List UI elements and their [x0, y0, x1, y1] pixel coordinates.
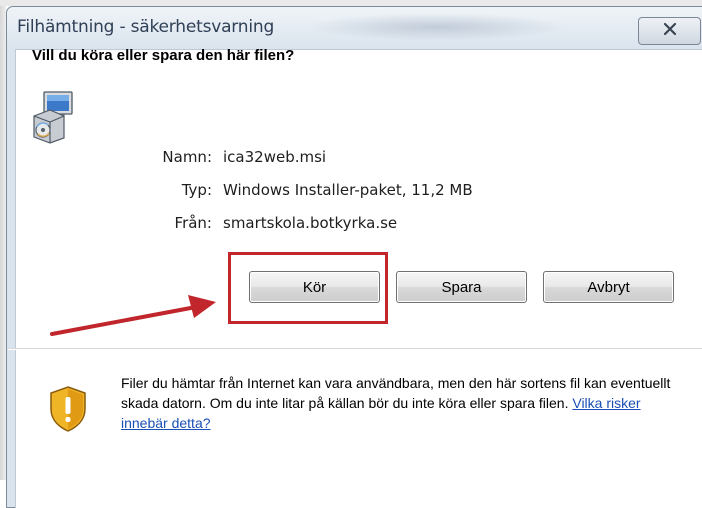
cancel-button[interactable]: Avbryt	[543, 271, 674, 303]
security-warning-text: Filer du hämtar från Internet kan vara a…	[121, 373, 681, 433]
file-source-value: smartskola.botkyrka.se	[223, 214, 398, 232]
separator-highlight	[8, 349, 702, 350]
file-name-row: Namn: ica32web.msi	[0, 148, 700, 168]
file-name-value: ica32web.msi	[223, 148, 327, 166]
file-source-label: Från:	[174, 214, 212, 232]
security-shield-icon	[50, 386, 86, 432]
title-bar[interactable]: Filhämtning - säkerhetsvarning	[7, 7, 702, 47]
file-type-row: Typ: Windows Installer-paket, 11,2 MB	[0, 181, 700, 201]
annotation-highlight-box	[228, 252, 388, 324]
title-glow	[307, 13, 567, 41]
close-icon	[662, 22, 678, 41]
file-type-label: Typ:	[181, 181, 212, 199]
installer-package-icon	[33, 91, 73, 144]
file-name-label: Namn:	[162, 148, 212, 166]
dialog-question: Vill du köra eller spara den här filen?	[32, 47, 295, 64]
close-button[interactable]	[638, 17, 701, 45]
file-type-value: Windows Installer-paket, 11,2 MB	[223, 181, 473, 199]
file-source-row: Från: smartskola.botkyrka.se	[0, 214, 700, 234]
save-button[interactable]: Spara	[396, 271, 527, 303]
window-title: Filhämtning - säkerhetsvarning	[17, 17, 275, 37]
